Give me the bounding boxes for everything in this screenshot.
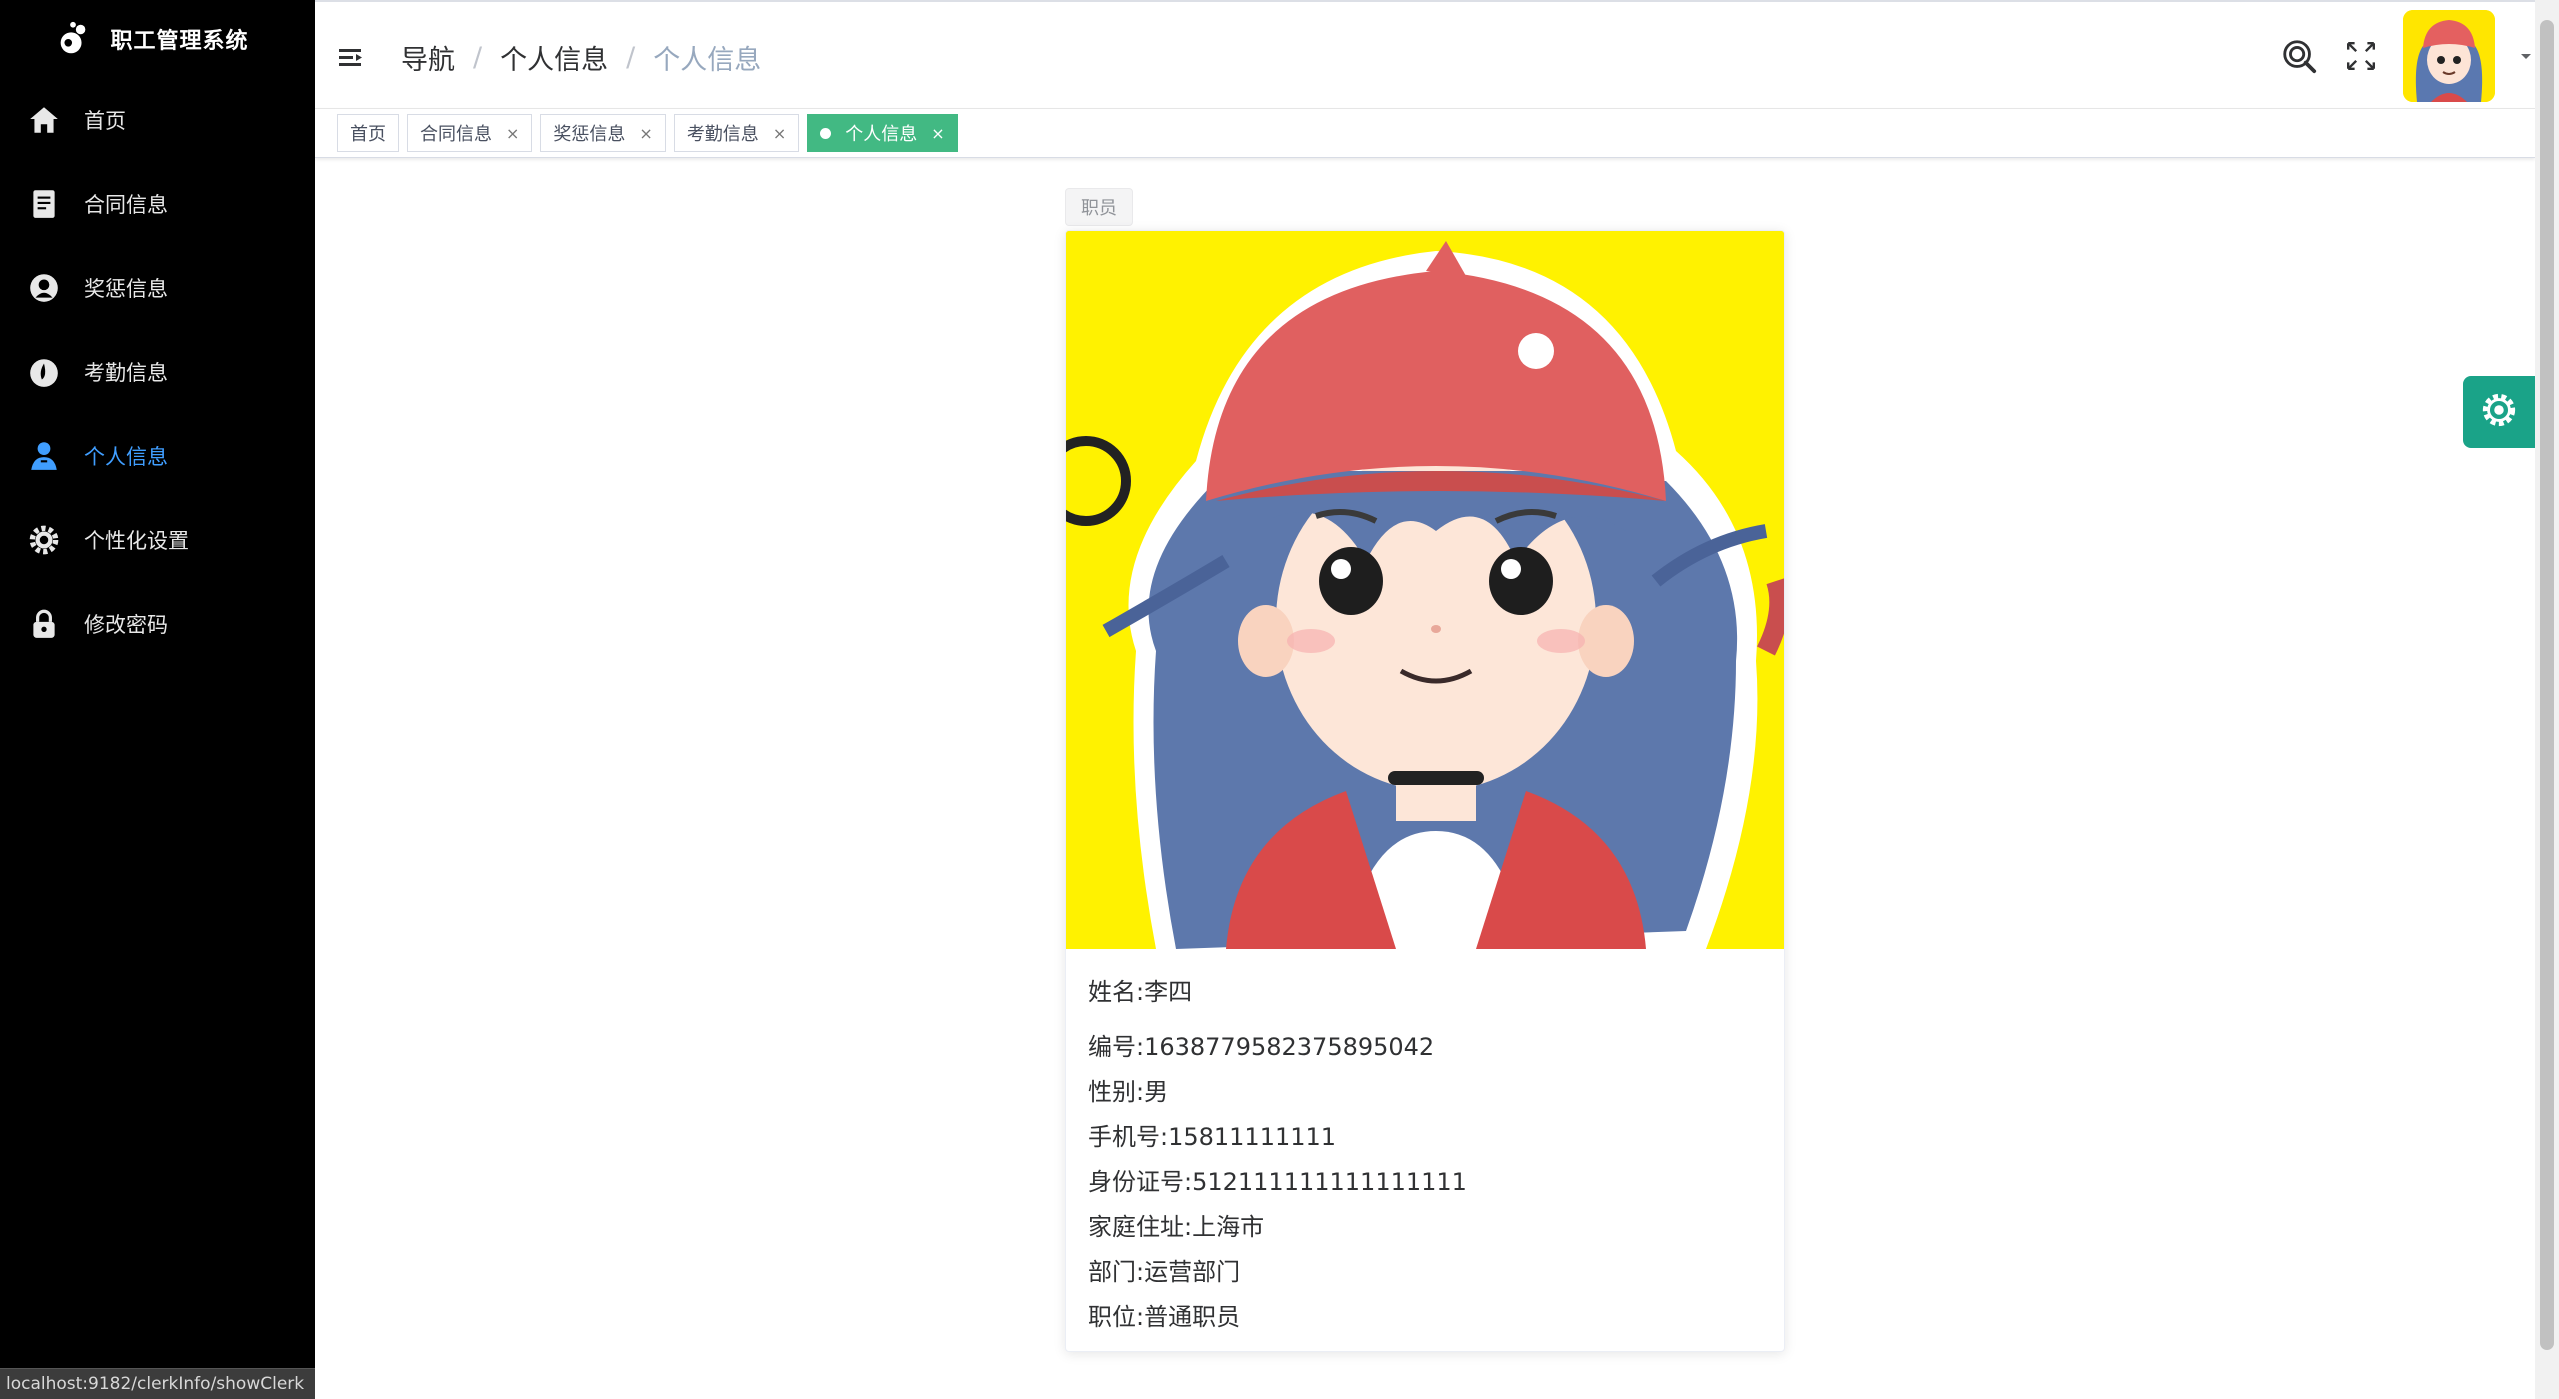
tag-label: 个人信息 (845, 124, 918, 145)
settings-button[interactable] (2463, 376, 2535, 448)
profile-field-id: 编号:1638779582375895042 (1088, 1033, 1435, 1061)
sidebar-item-label: 修改密码 (84, 613, 168, 637)
sidebar-item-profile[interactable]: 个人信息 (0, 414, 315, 498)
app-title: 职工管理系统 (110, 29, 249, 54)
profile-photo (1066, 231, 1784, 949)
topbar: 导航 / 个人信息 / 个人信息 (315, 2, 2535, 108)
tag-contract[interactable]: 合同信息 × (407, 114, 533, 152)
sidebar-item-contract[interactable]: 合同信息 (0, 162, 315, 246)
attendance-icon (26, 354, 62, 390)
user-icon (26, 438, 62, 474)
sidebar-item-label: 个人信息 (84, 445, 168, 469)
breadcrumb: 导航 / 个人信息 / 个人信息 (401, 38, 761, 77)
sidebar-item-label: 考勤信息 (84, 361, 168, 385)
breadcrumb-separator: / (473, 42, 483, 73)
close-icon[interactable]: × (773, 124, 786, 143)
profile-info: 姓名:李四 编号:1638779582375895042 性别:男 手机号:15… (1066, 949, 1784, 1351)
profile-field-department: 部门:运营部门 (1088, 1258, 1241, 1286)
close-icon[interactable]: × (931, 124, 944, 143)
header: 导航 / 个人信息 / 个人信息 (315, 0, 2535, 110)
tag-reward[interactable]: 奖惩信息 × (540, 114, 666, 152)
lock-icon (26, 606, 62, 642)
document-icon (26, 186, 62, 222)
gear-icon (26, 522, 62, 558)
tag-profile[interactable]: 个人信息 × (807, 114, 958, 152)
tag-label: 合同信息 (420, 124, 492, 145)
header-actions (2279, 10, 2535, 102)
tag-label: 首页 (350, 124, 386, 145)
brand[interactable]: 职工管理系统 (0, 0, 315, 78)
sidebar-item-label: 个性化设置 (84, 529, 189, 553)
hamburger-icon[interactable] (337, 44, 365, 72)
brand-logo-icon (54, 20, 92, 58)
active-dot-icon (820, 127, 832, 139)
profile-card: 姓名:李四 编号:1638779582375895042 性别:男 手机号:15… (1065, 230, 1785, 1352)
close-icon[interactable]: × (639, 124, 652, 143)
role-badge: 职员 (1065, 188, 1133, 226)
sidebar-item-attendance[interactable]: 考勤信息 (0, 330, 315, 414)
profile-field-id-card: 身份证号:512111111111111111 (1088, 1168, 1467, 1196)
home-icon (26, 102, 62, 138)
fullscreen-icon[interactable] (2341, 36, 2381, 76)
profile-field-address: 家庭住址:上海市 (1088, 1213, 1265, 1241)
sidebar-item-password[interactable]: 修改密码 (0, 582, 315, 666)
sidebar-item-label: 奖惩信息 (84, 277, 168, 301)
scrollbar-thumb[interactable] (2540, 20, 2554, 1350)
search-icon[interactable] (2279, 36, 2319, 76)
profile-name: 姓名:李四 (1088, 978, 1193, 1006)
sidebar-item-personalize[interactable]: 个性化设置 (0, 498, 315, 582)
tag-attendance[interactable]: 考勤信息 × (673, 114, 800, 152)
gear-icon (2480, 391, 2518, 433)
status-bar-url: localhost:9182/clerkInfo/showClerk (0, 1368, 315, 1399)
profile-field-gender: 性别:男 (1088, 1078, 1169, 1106)
tag-home[interactable]: 首页 (337, 114, 399, 152)
tags-view: 首页 合同信息 × 奖惩信息 × 考勤信息 × 个人信息 × (315, 108, 2535, 158)
sidebar-item-reward[interactable]: 奖惩信息 (0, 246, 315, 330)
tag-label: 奖惩信息 (553, 124, 626, 145)
sidebar-menu: 首页 合同信息 奖惩信息 考勤信息 个人信息 个性化设置 修改密码 (0, 78, 315, 666)
tag-label: 考勤信息 (686, 124, 759, 145)
profile-field-position: 职位:普通职员 (1088, 1303, 1241, 1331)
breadcrumb-separator: / (626, 42, 636, 73)
breadcrumb-current: 个人信息 (653, 45, 762, 76)
sidebar-item-label: 首页 (84, 109, 126, 133)
page-scrollbar[interactable] (2535, 0, 2559, 1399)
breadcrumb-item[interactable]: 个人信息 (500, 38, 608, 77)
app-root: 职工管理系统 首页 合同信息 奖惩信息 考勤信息 个人信息 个性化设置 修改密码… (0, 0, 2559, 1399)
chevron-down-icon[interactable] (2517, 47, 2535, 65)
avatar[interactable] (2403, 10, 2495, 102)
profile-field-phone: 手机号:15811111111 (1088, 1123, 1337, 1151)
close-icon[interactable]: × (506, 124, 519, 143)
sidebar: 职工管理系统 首页 合同信息 奖惩信息 考勤信息 个人信息 个性化设置 修改密码… (0, 0, 315, 1399)
breadcrumb-item[interactable]: 导航 (401, 38, 455, 77)
sidebar-item-label: 合同信息 (84, 193, 168, 217)
sidebar-item-home[interactable]: 首页 (0, 78, 315, 162)
reward-icon (26, 270, 62, 306)
